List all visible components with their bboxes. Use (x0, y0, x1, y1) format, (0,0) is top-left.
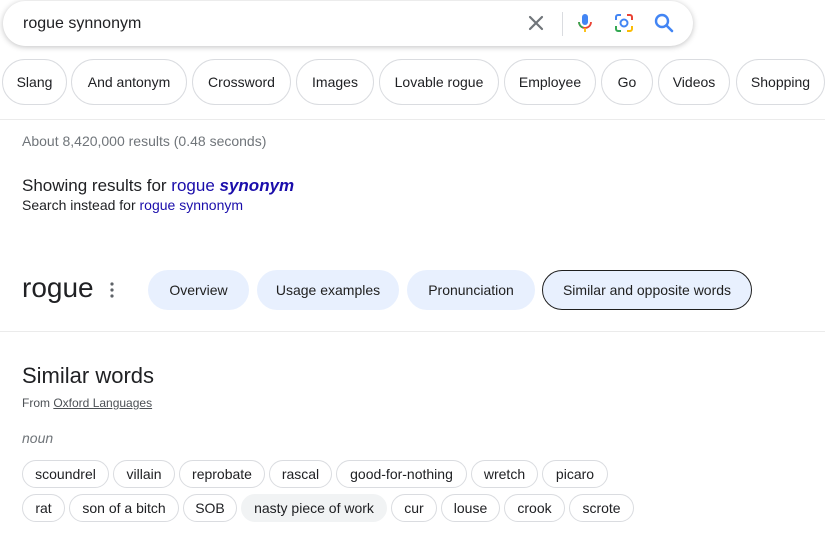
corrected-query-link[interactable]: rogue synonym (171, 176, 294, 195)
correction-prefix: Showing results for (22, 176, 172, 195)
tab-usage-examples[interactable]: Usage examples (257, 270, 399, 310)
tab-similar-opposite-words[interactable]: Similar and opposite words (542, 270, 752, 310)
similar-word-chip[interactable]: rascal (269, 460, 332, 488)
filter-chip[interactable]: Go (601, 59, 653, 105)
filter-chip[interactable]: Crossword (192, 59, 291, 105)
similar-word-chip[interactable]: villain (113, 460, 175, 488)
similar-word-chip[interactable]: reprobate (179, 460, 265, 488)
filter-chip[interactable]: Images (296, 59, 374, 105)
more-vert-icon[interactable] (104, 280, 120, 300)
similar-word-chip-highlighted[interactable]: nasty piece of work (241, 494, 387, 522)
source-link[interactable]: Oxford Languages (53, 396, 152, 410)
similar-word-chip[interactable]: SOB (183, 494, 237, 522)
mic-icon[interactable] (573, 11, 597, 35)
similar-word-chip[interactable]: rat (22, 494, 65, 522)
filter-chip[interactable]: And antonym (71, 59, 187, 105)
corrected-word-2: synonym (219, 176, 295, 195)
similar-word-chip[interactable]: picaro (542, 460, 608, 488)
close-icon[interactable] (524, 11, 548, 35)
filter-chips: Slang And antonym Crossword Images Lovab… (0, 59, 825, 107)
similar-word-chip[interactable]: good-for-nothing (336, 460, 467, 488)
tab-pronunciation[interactable]: Pronunciation (407, 270, 535, 310)
filter-chip[interactable]: Videos (658, 59, 730, 105)
search-input[interactable]: rogue synnonym (23, 15, 141, 33)
filter-chip[interactable]: Shopping (736, 59, 825, 105)
similar-word-chip[interactable]: cur (391, 494, 437, 522)
similar-word-chip[interactable]: scoundrel (22, 460, 109, 488)
spelling-correction: Showing results for rogue synonym (22, 176, 294, 196)
similar-word-chip[interactable]: crook (504, 494, 565, 522)
similar-word-chip[interactable]: wretch (471, 460, 538, 488)
similar-word-chip[interactable]: scrote (569, 494, 634, 522)
result-stats: About 8,420,000 results (0.48 seconds) (22, 133, 267, 149)
search-icon[interactable] (652, 11, 676, 35)
source-line: From Oxford Languages (22, 396, 152, 410)
source-prefix: From (22, 396, 54, 410)
similar-word-chip[interactable]: louse (441, 494, 500, 522)
lens-icon[interactable] (612, 11, 636, 35)
filter-chip[interactable]: Employee (504, 59, 596, 105)
tab-overview[interactable]: Overview (148, 270, 249, 310)
dictionary-word: rogue (22, 272, 94, 303)
original-query-link[interactable]: rogue synnonym (140, 197, 244, 213)
similar-word-chip[interactable]: son of a bitch (69, 494, 179, 522)
search-instead: Search instead for rogue synnonym (22, 197, 243, 213)
filter-chip[interactable]: Lovable rogue (379, 59, 499, 105)
corrected-word-1: rogue (171, 176, 215, 195)
search-bar: rogue synnonym (3, 1, 693, 46)
filter-chip[interactable]: Slang (2, 59, 67, 105)
part-of-speech: noun (22, 430, 54, 446)
instead-prefix: Search instead for (22, 197, 140, 213)
section-title: Similar words (22, 363, 155, 388)
search-divider (562, 12, 563, 36)
divider (0, 331, 825, 332)
divider (0, 119, 825, 120)
